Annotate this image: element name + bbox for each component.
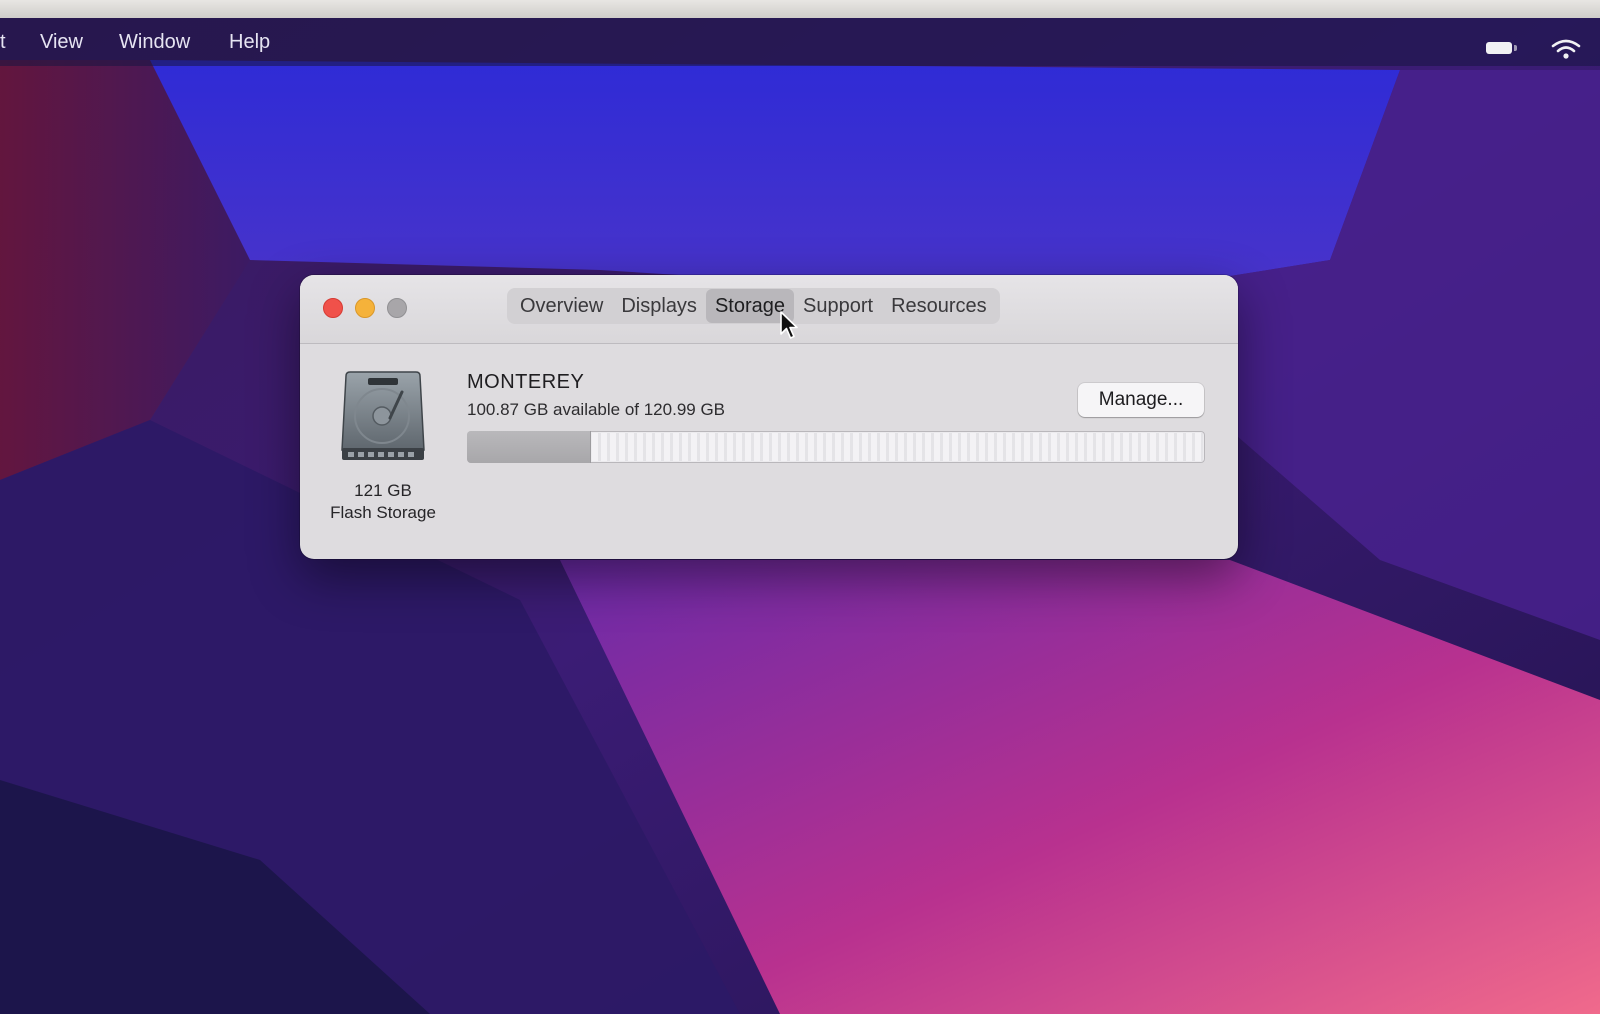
menu-item-help[interactable]: Help [229, 30, 270, 54]
storage-usage-bar [467, 431, 1205, 463]
disk-capacity: 121 GB [354, 481, 412, 500]
storage-used-segment [467, 431, 591, 463]
tab-bar: Overview Displays Storage Support Resour… [507, 288, 1000, 324]
screen-bezel [0, 0, 1600, 18]
menu-item-window[interactable]: Window [119, 30, 190, 54]
storage-free-segment [591, 433, 1203, 461]
manage-button[interactable]: Manage... [1078, 383, 1204, 417]
menu-bar: t View Window Help [0, 18, 1600, 66]
wifi-icon[interactable] [1551, 38, 1581, 60]
tab-resources[interactable]: Resources [882, 289, 996, 323]
window-titlebar: Overview Displays Storage Support Resour… [300, 275, 1238, 344]
pointer-cursor-icon [780, 311, 798, 339]
about-this-mac-window: Overview Displays Storage Support Resour… [300, 275, 1238, 559]
minimize-button[interactable] [355, 298, 375, 318]
disk-caption: 121 GB Flash Storage [310, 480, 456, 524]
tab-overview[interactable]: Overview [511, 289, 612, 323]
tab-displays[interactable]: Displays [612, 289, 706, 323]
hard-disk-icon [341, 371, 425, 460]
volume-availability: 100.87 GB available of 120.99 GB [467, 400, 726, 419]
battery-icon[interactable] [1486, 42, 1517, 54]
menu-item-partial[interactable]: t [0, 30, 6, 54]
menu-item-view[interactable]: View [40, 30, 83, 54]
volume-name: MONTEREY [467, 371, 585, 393]
disk-type: Flash Storage [330, 503, 436, 522]
zoom-button[interactable] [387, 298, 407, 318]
close-button[interactable] [323, 298, 343, 318]
tab-support[interactable]: Support [794, 289, 882, 323]
